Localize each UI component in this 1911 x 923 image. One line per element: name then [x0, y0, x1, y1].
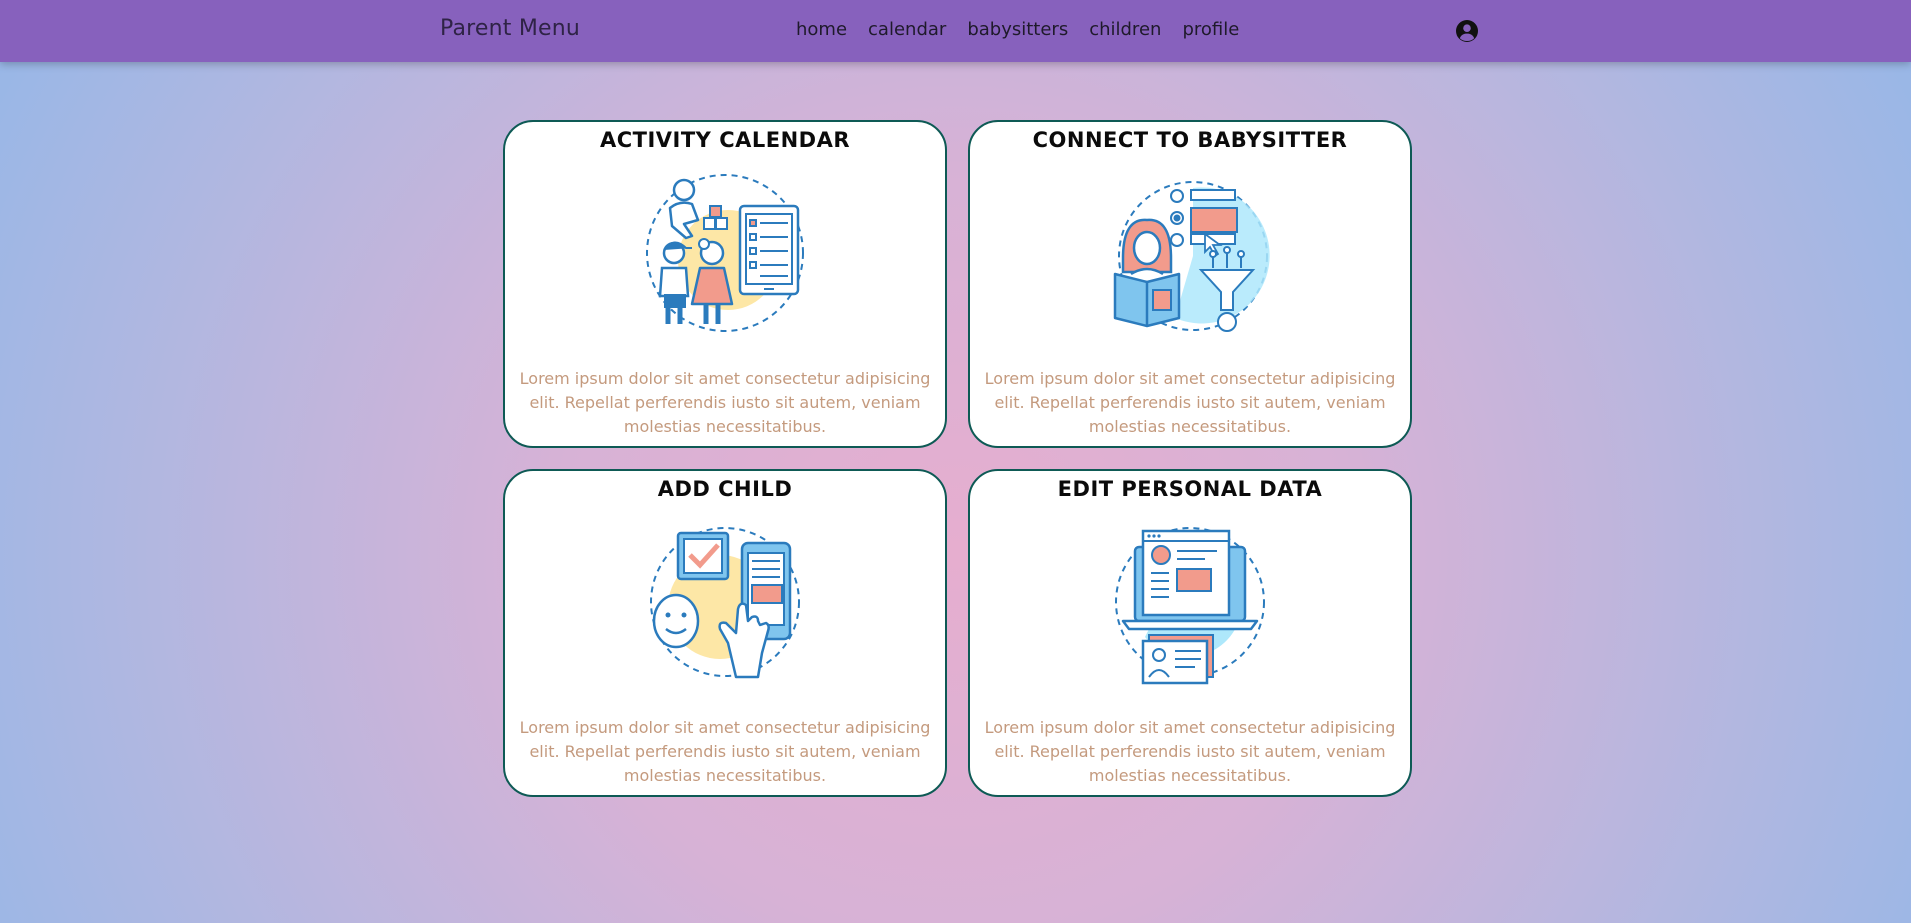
add-child-card[interactable]: ADD CHILD Lorem ipsum dolor sit amet con…	[503, 469, 947, 797]
card-description: Lorem ipsum dolor sit amet consectetur a…	[519, 369, 931, 436]
edit-profile-illustration	[1115, 527, 1265, 685]
edit-personal-data-card[interactable]: EDIT PERSONAL DATA Lorem ipsum dolor sit…	[968, 469, 1412, 797]
user-circle-icon[interactable]	[1455, 19, 1479, 43]
nav-link-children[interactable]: children	[1089, 19, 1161, 40]
card-title: ADD CHILD	[657, 477, 793, 501]
nav-link-babysitters[interactable]: babysitters	[967, 19, 1068, 40]
connect-to-babysitter-card[interactable]: CONNECT TO BABYSITTER Lorem ipsum dolor …	[968, 120, 1412, 448]
brand-title[interactable]: Parent Menu	[440, 16, 580, 41]
card-description: Lorem ipsum dolor sit amet consectetur a…	[984, 718, 1396, 785]
card-description: Lorem ipsum dolor sit amet consectetur a…	[519, 718, 931, 785]
card-title: CONNECT TO BABYSITTER	[1032, 128, 1348, 152]
nav-link-profile[interactable]: profile	[1182, 19, 1239, 40]
navbar: Parent Menu home calendar babysitters ch…	[0, 0, 1911, 62]
activity-calendar-card[interactable]: ACTIVITY CALENDAR Lorem ipsum dolor sit …	[503, 120, 947, 448]
nav-link-calendar[interactable]: calendar	[868, 19, 946, 40]
card-title: ACTIVITY CALENDAR	[599, 128, 851, 152]
babysitter-selection-illustration	[1113, 181, 1270, 332]
add-child-illustration	[650, 527, 800, 679]
kids-activity-calendar-illustration	[646, 174, 804, 332]
nav-link-home[interactable]: home	[796, 19, 847, 40]
card-title: EDIT PERSONAL DATA	[1057, 477, 1323, 501]
card-description: Lorem ipsum dolor sit amet consectetur a…	[984, 369, 1396, 436]
nav-links: home calendar babysitters children profi…	[796, 19, 1239, 40]
